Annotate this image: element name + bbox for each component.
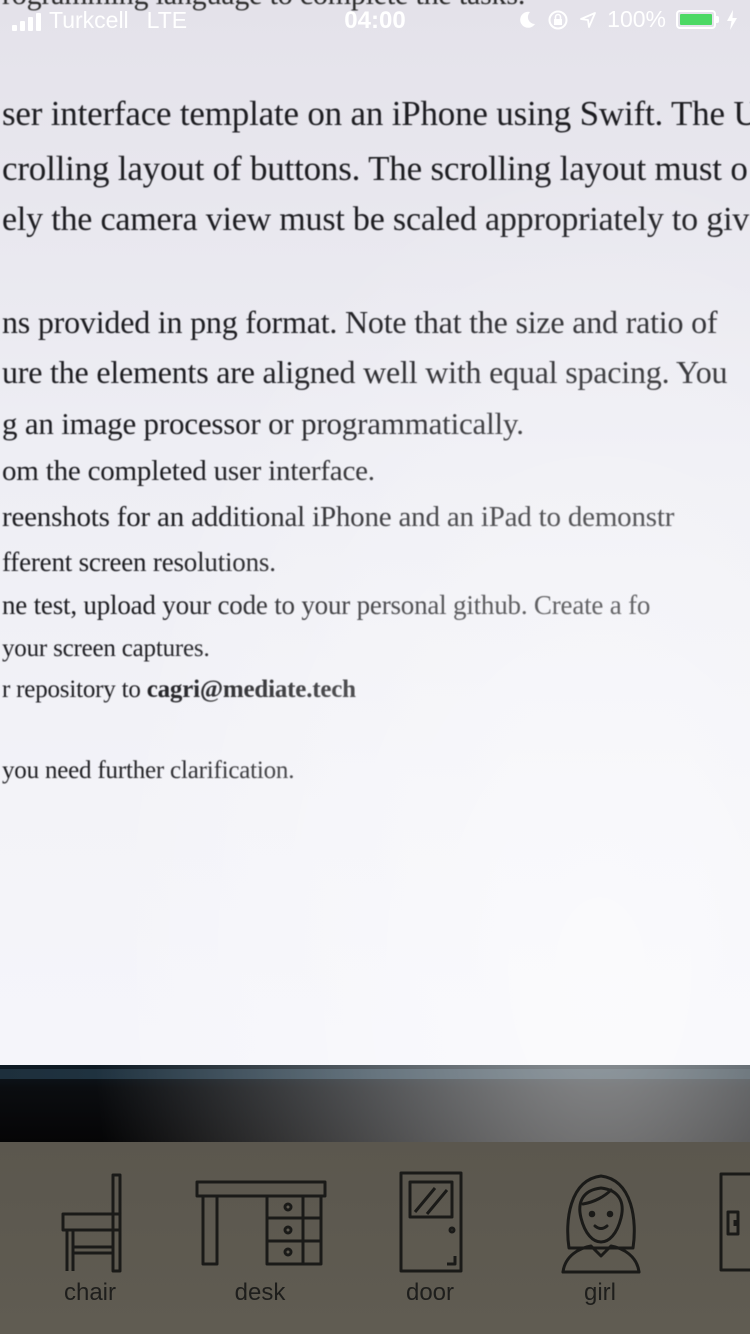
doc-line: fferent screen resolutions. [2,547,276,577]
status-bar: Turkcell LTE 04:00 100% [0,0,750,40]
camera-view: rogramming language to complete the task… [0,0,750,1142]
battery-percent: 100% [607,6,666,32]
doc-line: om the completed user interface. [2,455,375,487]
charging-icon [727,9,737,30]
tray-item-girl[interactable]: girl [525,1142,675,1334]
doc-line: your screen captures. [2,635,210,662]
chair-icon [61,1173,122,1273]
document-text: rogramming language to complete the task… [0,0,750,1065]
tray-item-chair[interactable]: chair [15,1142,165,1334]
door-icon [399,1171,463,1273]
cabinet-icon [719,1172,750,1272]
tray-item-label: desk [234,1279,286,1306]
tray-item-door[interactable]: door [355,1142,505,1334]
doc-line: ne test, upload your code to your person… [2,590,651,620]
tray-item-desk[interactable]: desk [185,1142,335,1334]
object-tray[interactable]: chair desk door girl [0,1142,750,1334]
doc-line: crolling layout of buttons. The scrollin… [2,149,748,188]
girl-icon [561,1174,641,1274]
doc-line: reenshots for an additional iPhone and a… [2,501,675,533]
doc-line: ure the elements are aligned well with e… [2,354,728,390]
location-icon [580,11,597,28]
doc-text-prefix: r repository to [2,676,147,703]
doc-line: ser interface template on an iPhone usin… [2,94,750,133]
tray-item-partial[interactable] [695,1142,750,1334]
email-text: cagri@mediate.tech [146,676,356,703]
tray-item-label: chair [63,1279,117,1306]
monitor-bezel [0,1065,750,1142]
doc-line: ns provided in png format. Note that the… [2,304,718,340]
doc-line: you need further clarification. [2,757,295,784]
battery-icon [676,10,719,29]
rotation-lock-icon [548,10,568,29]
doc-line: g an image processor or programmatically… [2,406,524,441]
moon-icon [520,11,536,28]
doc-line: r repository to cagri@mediate.tech [2,676,356,704]
tray-item-label: girl [583,1279,616,1306]
tray-item-label: door [405,1279,455,1306]
doc-line: ely the camera view must be scaled appro… [2,201,750,238]
desk-icon [195,1180,327,1266]
